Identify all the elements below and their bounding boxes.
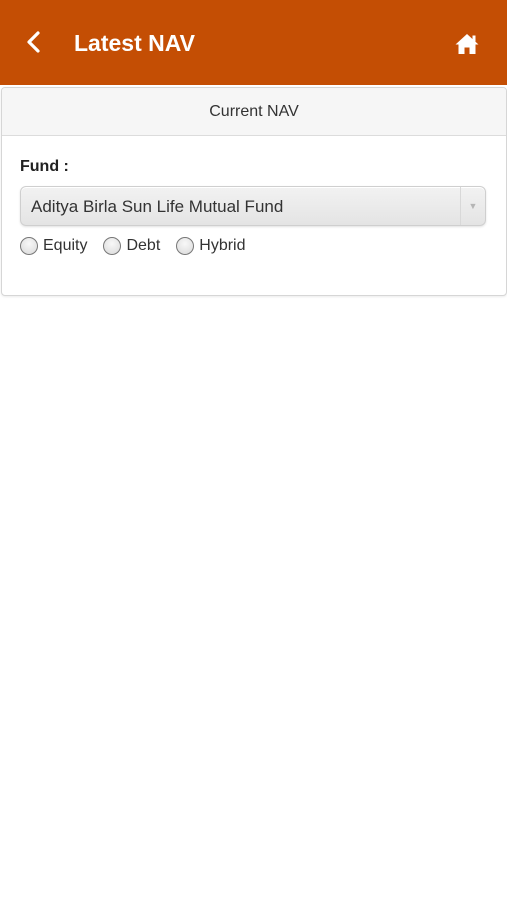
page-title: Latest NAV: [74, 30, 195, 56]
fund-type-radio-group: Equity Debt Hybrid: [20, 237, 262, 255]
caret-down-icon: ▼: [460, 187, 485, 225]
radio-hybrid-label: Hybrid: [199, 237, 246, 254]
app-screen: Latest NAV Current NAV Fund : Aditya Bir…: [0, 0, 507, 900]
radio-equity-label: Equity: [43, 237, 88, 254]
radio-button-icon[interactable]: [20, 237, 38, 255]
radio-hybrid[interactable]: Hybrid: [176, 237, 246, 255]
top-app-bar: Latest NAV: [0, 0, 507, 85]
chevron-left-icon: [27, 31, 40, 53]
radio-debt-label: Debt: [126, 237, 161, 254]
radio-debt[interactable]: Debt: [103, 237, 160, 255]
home-icon: [455, 34, 479, 54]
fund-select[interactable]: Aditya Birla Sun Life Mutual Fund ▼: [20, 186, 486, 226]
card-title: Current NAV: [2, 88, 506, 136]
home-button[interactable]: [447, 24, 487, 64]
radio-button-icon[interactable]: [103, 237, 122, 255]
back-button[interactable]: [14, 22, 54, 62]
radio-button-icon[interactable]: [176, 237, 195, 255]
radio-equity[interactable]: Equity: [20, 237, 87, 255]
current-nav-card: Current NAV Fund : Aditya Birla Sun Life…: [1, 87, 507, 296]
fund-label: Fund :: [20, 158, 69, 175]
fund-select-value: Aditya Birla Sun Life Mutual Fund: [31, 197, 284, 216]
